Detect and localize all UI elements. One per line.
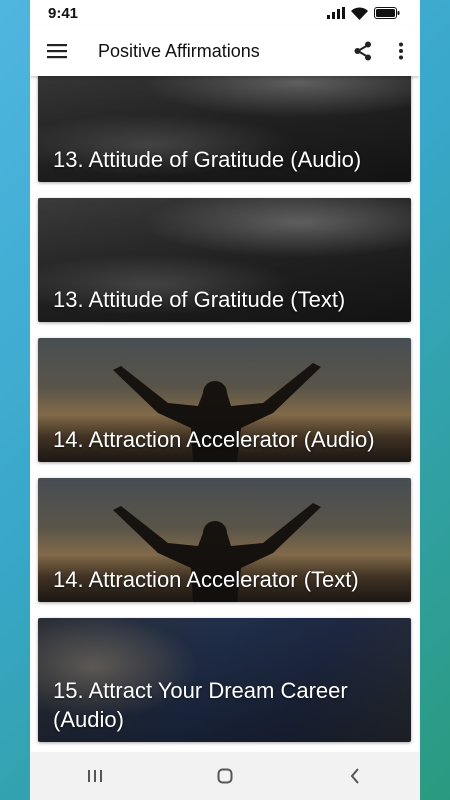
list-item[interactable]: 13. Attitude of Gratitude (Text) (38, 198, 411, 322)
app-bar: Positive Affirmations (30, 26, 420, 76)
affirmations-list[interactable]: 13. Attitude of Gratitude (Audio) 13. At… (30, 76, 420, 752)
hamburger-menu-button[interactable] (30, 43, 84, 59)
list-item[interactable]: 14. Attraction Accelerator (Text) (38, 478, 411, 602)
home-button[interactable] (195, 768, 255, 784)
phone-screen: 9:41 Positive Affirmations 13. Attitude … (30, 0, 420, 800)
home-icon (217, 768, 233, 784)
share-icon (354, 41, 371, 61)
recents-button[interactable] (65, 769, 125, 783)
list-item[interactable]: 15. Attract Your Dream Career (Audio) (38, 618, 411, 742)
card-title: 13. Attitude of Gratitude (Audio) (53, 147, 362, 172)
system-nav-bar (30, 752, 420, 800)
hamburger-menu-icon (47, 44, 67, 59)
wifi-icon (351, 6, 368, 20)
share-button[interactable] (344, 41, 382, 61)
card-title: 15. Attract Your Dream Career (Audio) (53, 678, 348, 732)
app-title: Positive Affirmations (98, 40, 260, 61)
recents-icon (88, 770, 102, 782)
more-options-button[interactable] (382, 42, 420, 60)
card-title: 14. Attraction Accelerator (Audio) (53, 427, 375, 452)
list-item[interactable]: 13. Attitude of Gratitude (Audio) (38, 76, 411, 182)
signal-icon (327, 7, 345, 19)
list-item[interactable]: 14. Attraction Accelerator (Audio) (38, 338, 411, 462)
battery-icon (374, 7, 400, 19)
card-title: 14. Attraction Accelerator (Text) (53, 567, 359, 592)
more-vert-icon (399, 42, 403, 60)
status-time: 9:41 (48, 4, 79, 22)
back-button[interactable] (325, 768, 385, 784)
status-bar: 9:41 (30, 0, 420, 26)
status-icons (327, 6, 400, 20)
back-icon (350, 768, 359, 784)
card-title: 13. Attitude of Gratitude (Text) (53, 287, 346, 312)
